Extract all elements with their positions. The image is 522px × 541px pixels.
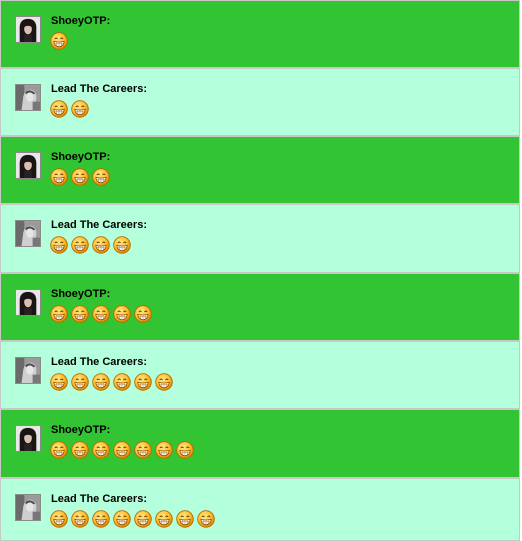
grin-emoticon <box>92 373 110 391</box>
grin-emoticon <box>50 305 68 323</box>
grin-emoticon <box>50 100 68 118</box>
grin-emoticon <box>71 373 89 391</box>
grin-emoticon <box>176 441 194 459</box>
grin-emoticon <box>197 510 215 528</box>
grin-emoticon <box>155 510 173 528</box>
chat-message: ShoeyOTP: <box>0 136 520 204</box>
chat-message: ShoeyOTP: <box>0 409 520 478</box>
grin-emoticon <box>50 373 68 391</box>
chat-transcript: ShoeyOTP: Lead The Careers: ShoeyOTP: Le… <box>0 0 522 541</box>
grin-emoticon <box>50 168 68 186</box>
grin-emoticon <box>50 510 68 528</box>
sender-name: Lead The Careers: <box>51 219 147 231</box>
grin-emoticon <box>134 373 152 391</box>
user-avatar-lead-the-careers[interactable] <box>15 84 41 111</box>
chat-message: Lead The Careers: <box>0 204 520 273</box>
grin-emoticon <box>134 441 152 459</box>
sender-name: ShoeyOTP: <box>51 15 111 27</box>
grin-emoticon <box>50 32 68 50</box>
message-body <box>50 32 68 50</box>
grin-emoticon <box>71 441 89 459</box>
user-avatar-lead-the-careers[interactable] <box>15 494 41 521</box>
user-avatar-shoeyotp[interactable] <box>15 16 41 43</box>
user-avatar-lead-the-careers[interactable] <box>15 357 41 384</box>
grin-emoticon <box>134 510 152 528</box>
message-body <box>50 441 194 459</box>
chat-message: Lead The Careers: <box>0 341 520 409</box>
grin-emoticon <box>155 373 173 391</box>
user-avatar-shoeyotp[interactable] <box>15 289 41 316</box>
grin-emoticon <box>155 441 173 459</box>
grin-emoticon <box>50 441 68 459</box>
sender-name: ShoeyOTP: <box>51 151 111 163</box>
message-body <box>50 236 131 254</box>
message-body <box>50 168 110 186</box>
grin-emoticon <box>71 100 89 118</box>
chat-message: ShoeyOTP: <box>0 273 520 341</box>
grin-emoticon <box>71 236 89 254</box>
sender-name: Lead The Careers: <box>51 356 147 368</box>
sender-name: ShoeyOTP: <box>51 288 111 300</box>
grin-emoticon <box>71 168 89 186</box>
message-body <box>50 510 215 528</box>
grin-emoticon <box>113 236 131 254</box>
grin-emoticon <box>71 305 89 323</box>
message-body <box>50 305 152 323</box>
chat-message: Lead The Careers: <box>0 68 520 136</box>
grin-emoticon <box>92 441 110 459</box>
user-avatar-lead-the-careers[interactable] <box>15 220 41 247</box>
grin-emoticon <box>134 305 152 323</box>
grin-emoticon <box>113 373 131 391</box>
message-body <box>50 100 89 118</box>
sender-name: ShoeyOTP: <box>51 424 111 436</box>
grin-emoticon <box>50 236 68 254</box>
grin-emoticon <box>92 510 110 528</box>
user-avatar-shoeyotp[interactable] <box>15 425 41 452</box>
grin-emoticon <box>176 510 194 528</box>
user-avatar-shoeyotp[interactable] <box>15 152 41 179</box>
grin-emoticon <box>113 441 131 459</box>
message-body <box>50 373 173 391</box>
grin-emoticon <box>113 305 131 323</box>
sender-name: Lead The Careers: <box>51 493 147 505</box>
sender-name: Lead The Careers: <box>51 83 147 95</box>
grin-emoticon <box>71 510 89 528</box>
chat-message: ShoeyOTP: <box>0 0 520 68</box>
chat-message: Lead The Careers: <box>0 478 520 541</box>
grin-emoticon <box>92 168 110 186</box>
grin-emoticon <box>92 305 110 323</box>
grin-emoticon <box>113 510 131 528</box>
grin-emoticon <box>92 236 110 254</box>
